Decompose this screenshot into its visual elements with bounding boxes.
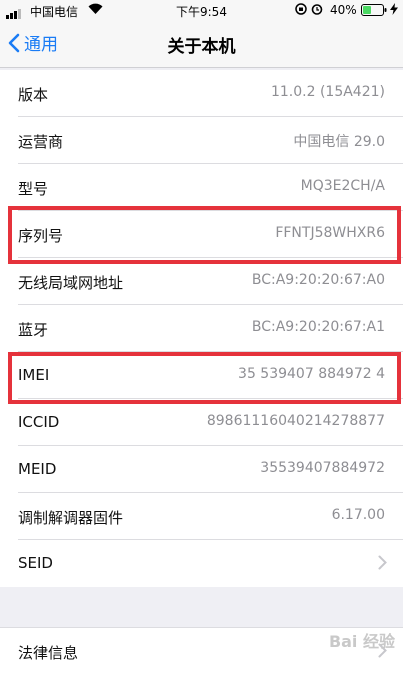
row-label: 调制解调器固件 xyxy=(18,509,124,527)
row-value: 中国电信 29.0 xyxy=(293,134,385,150)
rotation-lock-icon xyxy=(295,3,307,18)
row-label: 蓝牙 xyxy=(18,321,49,339)
row-label: 运营商 xyxy=(18,133,64,151)
about-info-list: 版本 11.0.2 (15A421) 运营商 中国电信 29.0 型号 MQ3E… xyxy=(0,70,403,587)
row-label: 型号 xyxy=(18,180,49,198)
wifi-icon xyxy=(88,3,103,17)
signal-strength-icon xyxy=(6,5,22,19)
row-bluetooth: 蓝牙 BC:A9:20:20:67:A1 xyxy=(18,305,403,352)
row-seid[interactable]: SEID xyxy=(18,540,403,587)
row-iccid: ICCID 89861116040214278877 xyxy=(18,399,403,446)
row-label: 无线局域网地址 xyxy=(18,274,124,292)
row-value: 89861116040214278877 xyxy=(206,413,385,429)
charging-icon xyxy=(390,3,398,18)
imei-highlight-box xyxy=(8,352,401,404)
row-value: MQ3E2CH/A xyxy=(300,178,385,194)
row-value: 11.0.2 (15A421) xyxy=(270,84,385,100)
battery-percent: 40% xyxy=(330,3,357,17)
battery-icon xyxy=(361,4,387,19)
carrier-label: 中国电信 xyxy=(30,5,79,19)
row-value: 6.17.00 xyxy=(331,507,385,523)
row-label: 版本 xyxy=(18,86,49,104)
row-value: BC:A9:20:20:67:A1 xyxy=(251,319,385,335)
status-bar: 中国电信 下午9:54 40% xyxy=(0,0,403,20)
row-wifi-address: 无线局域网地址 BC:A9:20:20:67:A0 xyxy=(18,258,403,305)
row-version: 版本 11.0.2 (15A421) xyxy=(18,70,403,117)
row-meid: MEID 35539407884972 xyxy=(18,446,403,493)
row-label: SEID xyxy=(18,554,53,572)
serial-highlight-box xyxy=(8,206,401,264)
row-modem-firmware: 调制解调器固件 6.17.00 xyxy=(18,493,403,540)
row-value: 35539407884972 xyxy=(260,460,385,476)
clock-time: 下午9:54 xyxy=(176,5,227,19)
legal-label: 法律信息 xyxy=(18,644,79,662)
row-value: BC:A9:20:20:67:A0 xyxy=(251,272,385,288)
page-title: 关于本机 xyxy=(167,37,236,57)
row-carrier[interactable]: 运营商 中国电信 29.0 xyxy=(18,117,403,164)
navigation-bar: 通用 关于本机 xyxy=(0,20,403,68)
watermark-logo: Bai 经验 xyxy=(328,632,395,651)
alarm-icon xyxy=(311,3,323,18)
row-label: ICCID xyxy=(18,413,60,431)
chevron-right-icon xyxy=(378,555,387,570)
row-model[interactable]: 型号 MQ3E2CH/A xyxy=(18,164,403,211)
row-label: MEID xyxy=(18,460,57,478)
